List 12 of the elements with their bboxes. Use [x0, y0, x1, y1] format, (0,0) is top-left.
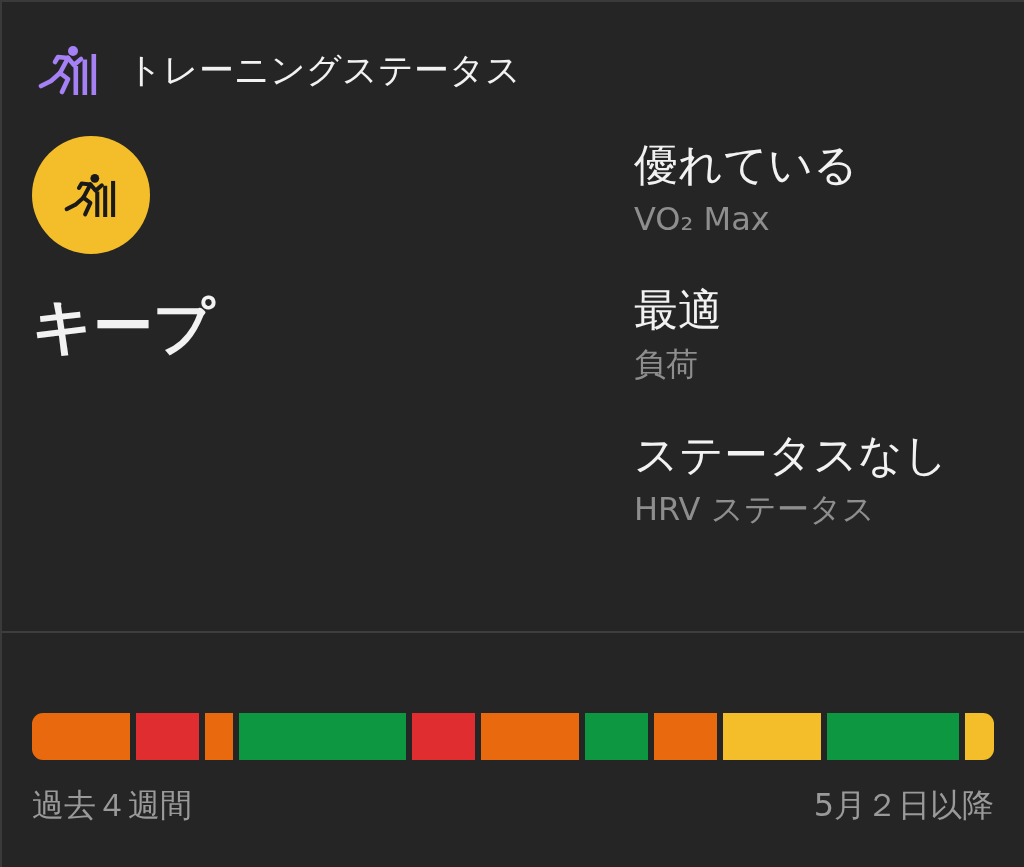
- period-start-label: 過去４週間: [32, 785, 192, 825]
- metric-value: 最適: [634, 284, 722, 336]
- runner-bars-icon: [32, 136, 150, 254]
- metric-name: VO₂ Max: [634, 199, 770, 239]
- metric-value: 優れている: [634, 139, 858, 191]
- runner-bars-icon: [38, 45, 97, 95]
- metric-value: ステータスなし: [634, 429, 948, 481]
- status-label: キープ: [32, 290, 214, 362]
- period-end-label: 5月２日以降: [813, 785, 994, 825]
- metric-name: 負荷: [634, 344, 698, 384]
- metric-name: HRV ステータス: [634, 489, 875, 529]
- card-title: トレーニングステータス: [127, 49, 521, 92]
